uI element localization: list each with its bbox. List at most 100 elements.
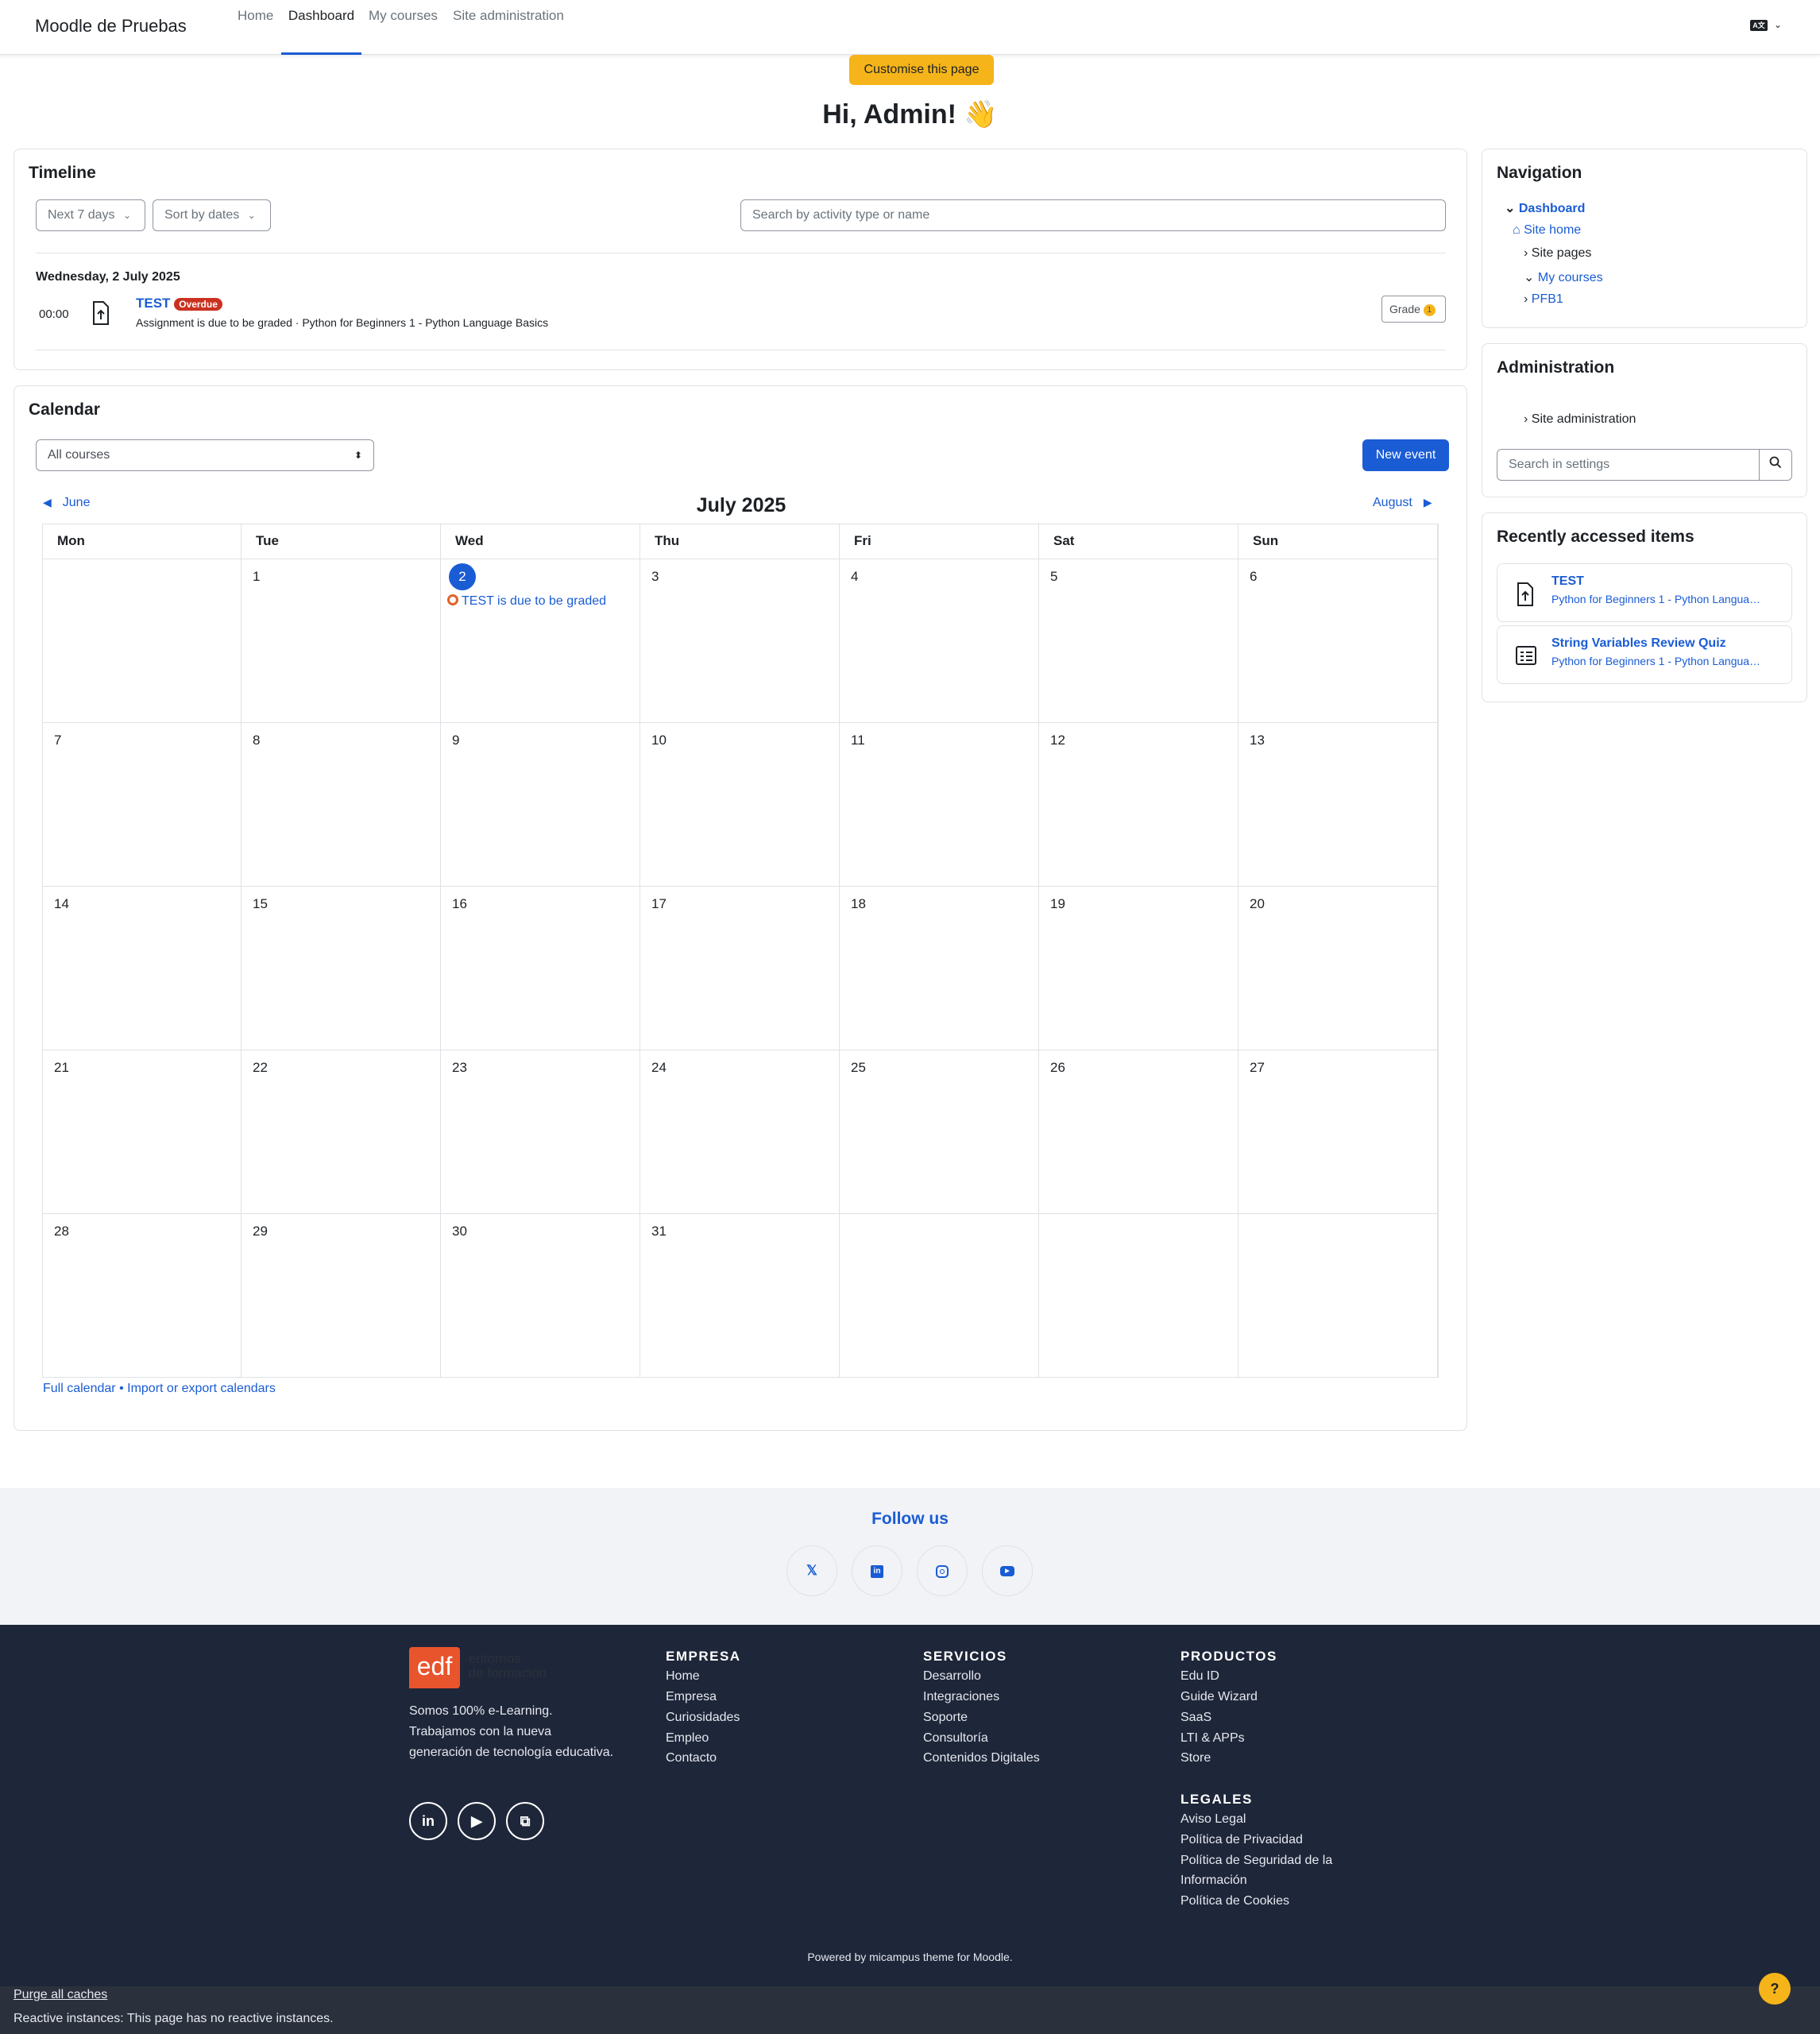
nav-tree-site-pages[interactable]: › Site pages <box>1524 246 1591 261</box>
calendar-day-cell[interactable]: 22 <box>242 1050 441 1214</box>
calendar-day-number[interactable]: 11 <box>851 733 865 748</box>
calendar-day-cell[interactable]: 26 <box>1039 1050 1238 1214</box>
footer-link[interactable]: Desarrollo <box>923 1669 981 1684</box>
footer-link[interactable]: Empleo <box>666 1731 709 1746</box>
calendar-day-number[interactable]: 21 <box>54 1060 69 1075</box>
timeline-event-link[interactable]: TEST <box>136 296 170 311</box>
footer-link[interactable]: Edu ID <box>1180 1669 1219 1684</box>
import-export-calendars-link[interactable]: Import or export calendars <box>127 1382 276 1395</box>
x-icon[interactable]: 𝕏 <box>786 1545 837 1596</box>
purge-caches-link[interactable]: Purge all caches <box>14 1988 107 2002</box>
calendar-day-cell[interactable]: 17 <box>640 887 840 1050</box>
calendar-day-number[interactable]: 12 <box>1050 733 1065 748</box>
calendar-day-number[interactable]: 31 <box>651 1224 667 1239</box>
calendar-day-number[interactable]: 4 <box>851 569 858 584</box>
timeline-search-input[interactable]: Search by activity type or name <box>740 199 1446 231</box>
calendar-day-cell[interactable]: 25 <box>840 1050 1039 1214</box>
full-calendar-link[interactable]: Full calendar <box>43 1382 116 1395</box>
footer-link[interactable]: Aviso Legal <box>1180 1812 1246 1827</box>
nav-site-administration[interactable]: Site administration <box>453 8 564 55</box>
calendar-day-cell[interactable]: 30 <box>441 1214 640 1378</box>
footer-link[interactable]: Home <box>666 1669 700 1684</box>
footer-link[interactable]: Política de Cookies <box>1180 1894 1289 1908</box>
calendar-day-number[interactable]: 28 <box>54 1224 69 1239</box>
calendar-day-cell[interactable]: 28 <box>43 1214 242 1378</box>
calendar-day-cell[interactable]: 4 <box>840 559 1039 723</box>
calendar-day-cell[interactable]: 19 <box>1039 887 1238 1050</box>
calendar-day-number[interactable]: 22 <box>253 1060 268 1075</box>
edf-logo[interactable]: edf entornos de formación <box>409 1647 547 1688</box>
calendar-day-number[interactable]: 7 <box>54 733 61 748</box>
footer-link[interactable]: Soporte <box>923 1711 968 1725</box>
calendar-day-number[interactable]: 26 <box>1050 1060 1065 1075</box>
calendar-day-cell[interactable]: 7 <box>43 723 242 887</box>
course-select[interactable]: All courses ⬍ <box>36 439 374 471</box>
admin-site-administration[interactable]: › Site administration <box>1524 412 1636 427</box>
calendar-day-cell[interactable]: 21 <box>43 1050 242 1214</box>
footer-link[interactable]: Política de Privacidad <box>1180 1833 1303 1847</box>
calendar-day-cell[interactable]: 29 <box>242 1214 441 1378</box>
footer-link[interactable]: Curiosidades <box>666 1711 740 1725</box>
calendar-day-number[interactable]: 18 <box>851 896 866 911</box>
nav-my-courses[interactable]: My courses <box>369 8 438 55</box>
calendar-day-cell[interactable]: 1 <box>242 559 441 723</box>
calendar-day-number[interactable]: 24 <box>651 1060 667 1075</box>
calendar-day-number[interactable]: 27 <box>1250 1060 1265 1075</box>
calendar-day-number[interactable]: 16 <box>452 896 467 911</box>
timeline-filter-dropdown[interactable]: Next 7 days ⌄ <box>36 199 145 231</box>
calendar-day-cell[interactable]: 23 <box>441 1050 640 1214</box>
footer-link[interactable]: Empresa <box>666 1690 717 1704</box>
new-event-button[interactable]: New event <box>1362 439 1449 471</box>
calendar-day-cell[interactable]: 3 <box>640 559 840 723</box>
footer-link[interactable]: Guide Wizard <box>1180 1690 1258 1704</box>
language-menu[interactable]: A文 ⌄ <box>1750 17 1782 31</box>
recent-item[interactable]: TEST Python for Beginners 1 - Python Lan… <box>1497 563 1792 622</box>
calendar-day-cell[interactable]: 9 <box>441 723 640 887</box>
calendar-day-cell[interactable]: 20 <box>1238 887 1438 1050</box>
recent-item[interactable]: String Variables Review Quiz Python for … <box>1497 625 1792 684</box>
calendar-day-number[interactable]: 13 <box>1250 733 1265 748</box>
calendar-day-number[interactable]: 5 <box>1050 569 1057 584</box>
footer-link[interactable]: LTI & APPs <box>1180 1731 1245 1746</box>
footer-link[interactable]: Integraciones <box>923 1690 999 1704</box>
customise-page-button[interactable]: Customise this page <box>849 55 994 85</box>
calendar-day-cell[interactable]: 24 <box>640 1050 840 1214</box>
calendar-day-cell[interactable]: 11 <box>840 723 1039 887</box>
calendar-day-number[interactable]: 20 <box>1250 896 1265 911</box>
settings-search-button[interactable] <box>1759 449 1792 481</box>
footer-link[interactable]: Store <box>1180 1751 1211 1765</box>
settings-search-input[interactable]: Search in settings <box>1497 449 1760 481</box>
grade-button[interactable]: Grade 1 <box>1381 296 1446 323</box>
calendar-day-cell[interactable]: 16 <box>441 887 640 1050</box>
footer-link[interactable]: SaaS <box>1180 1711 1211 1725</box>
calendar-day-cell[interactable]: 12 <box>1039 723 1238 887</box>
nav-tree-dashboard[interactable]: ⌄ Dashboard <box>1505 200 1585 216</box>
calendar-day-number[interactable]: 19 <box>1050 896 1065 911</box>
calendar-day-number[interactable]: 9 <box>452 733 459 748</box>
calendar-day-number[interactable]: 15 <box>253 896 268 911</box>
footer-link[interactable]: Contacto <box>666 1751 717 1765</box>
calendar-day-cell[interactable]: 6 <box>1238 559 1438 723</box>
calendar-day-number[interactable]: 23 <box>452 1060 467 1075</box>
calendar-day-number[interactable]: 17 <box>651 896 667 911</box>
youtube-icon[interactable]: ▶ <box>982 1545 1033 1596</box>
calendar-day-number[interactable]: 8 <box>253 733 260 748</box>
nav-tree-pfb1[interactable]: › PFB1 <box>1524 292 1563 307</box>
calendar-day-number[interactable]: 3 <box>651 569 659 584</box>
calendar-day-number[interactable]: 10 <box>651 733 667 748</box>
calendar-day-number[interactable]: 1 <box>253 569 260 584</box>
calendar-day-cell[interactable]: 8 <box>242 723 441 887</box>
footer-link[interactable]: Contenidos Digitales <box>923 1751 1040 1765</box>
calendar-day-cell[interactable]: 15 <box>242 887 441 1050</box>
nav-tree-site-home[interactable]: ⌂ Site home <box>1513 223 1581 238</box>
linkedin-icon[interactable]: in <box>409 1802 447 1840</box>
calendar-day-cell[interactable]: 5 <box>1039 559 1238 723</box>
site-brand[interactable]: Moodle de Pruebas <box>35 16 187 37</box>
timeline-sort-dropdown[interactable]: Sort by dates ⌄ <box>153 199 271 231</box>
youtube-icon[interactable]: ▶ <box>458 1802 496 1840</box>
footer-link[interactable]: Política de Seguridad de la <box>1180 1854 1332 1868</box>
nav-dashboard[interactable]: Dashboard <box>281 8 361 55</box>
linkedin-icon[interactable]: in <box>852 1545 902 1596</box>
calendar-day-number[interactable]: 14 <box>54 896 69 911</box>
calendar-event[interactable]: TEST is due to be graded <box>447 594 606 609</box>
